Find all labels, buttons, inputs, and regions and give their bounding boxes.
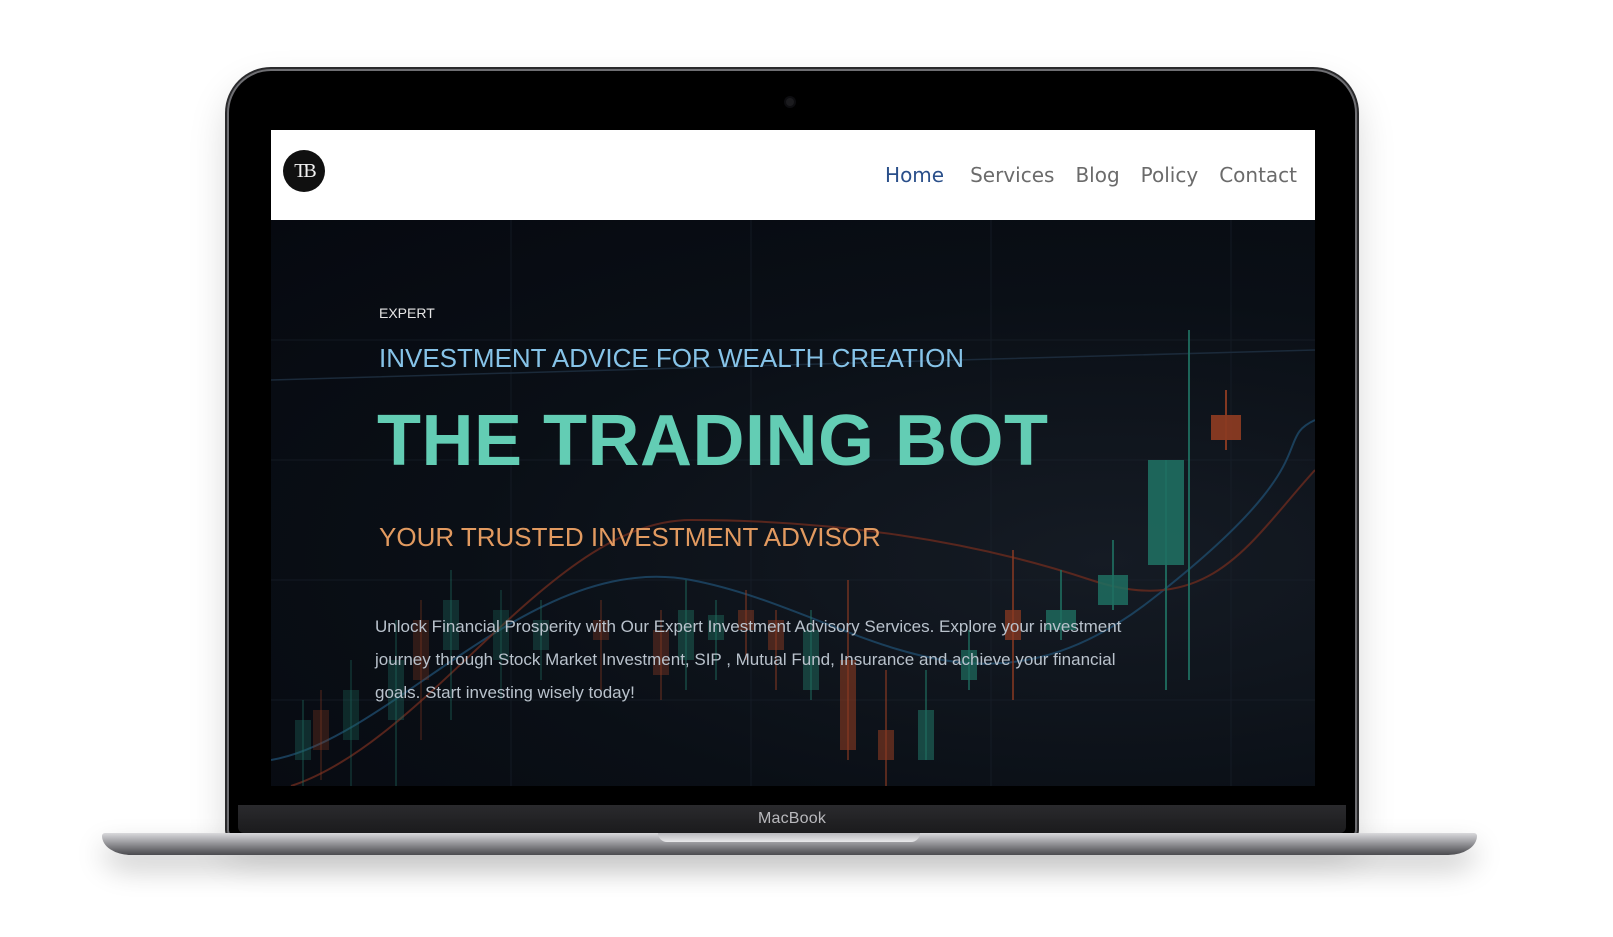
- hero-headline: THE TRADING BOT: [377, 401, 1049, 481]
- laptop-screen: TB Home Services Blog Policy Contact EXP…: [271, 130, 1315, 786]
- site-navbar: TB Home Services Blog Policy Contact: [271, 130, 1315, 220]
- nav-link-policy[interactable]: Policy: [1141, 163, 1199, 187]
- laptop-chin: MacBook: [238, 805, 1346, 833]
- candle-body: [1211, 415, 1241, 440]
- site-logo[interactable]: TB: [283, 150, 325, 192]
- hero-section: EXPERT INVESTMENT ADVICE FOR WEALTH CREA…: [271, 220, 1315, 786]
- candle-body: [313, 710, 329, 750]
- nav-link-services[interactable]: Services: [970, 163, 1054, 187]
- nav-link-home[interactable]: Home: [885, 163, 944, 187]
- hero-tagline: YOUR TRUSTED INVESTMENT ADVISOR: [379, 522, 881, 552]
- candle-body: [1148, 460, 1184, 565]
- main-nav: Home Services Blog Policy Contact: [885, 163, 1297, 187]
- laptop-brand-label: MacBook: [757, 810, 827, 827]
- camera-dot: [786, 98, 794, 106]
- hero-description: Unlock Financial Prosperity with Our Exp…: [375, 617, 1122, 702]
- mockup-stage: TB Home Services Blog Policy Contact EXP…: [0, 0, 1613, 937]
- hero-subtitle: INVESTMENT ADVICE FOR WEALTH CREATION: [379, 343, 965, 373]
- nav-link-contact[interactable]: Contact: [1219, 163, 1297, 187]
- candle-body: [918, 710, 934, 760]
- candle-body: [878, 730, 894, 760]
- candle-body: [295, 720, 311, 760]
- candle-body: [1098, 575, 1128, 605]
- nav-link-blog[interactable]: Blog: [1075, 163, 1119, 187]
- hero-eyebrow: EXPERT: [379, 305, 435, 321]
- candle-body: [343, 690, 359, 740]
- laptop-hinge-notch: [658, 833, 920, 842]
